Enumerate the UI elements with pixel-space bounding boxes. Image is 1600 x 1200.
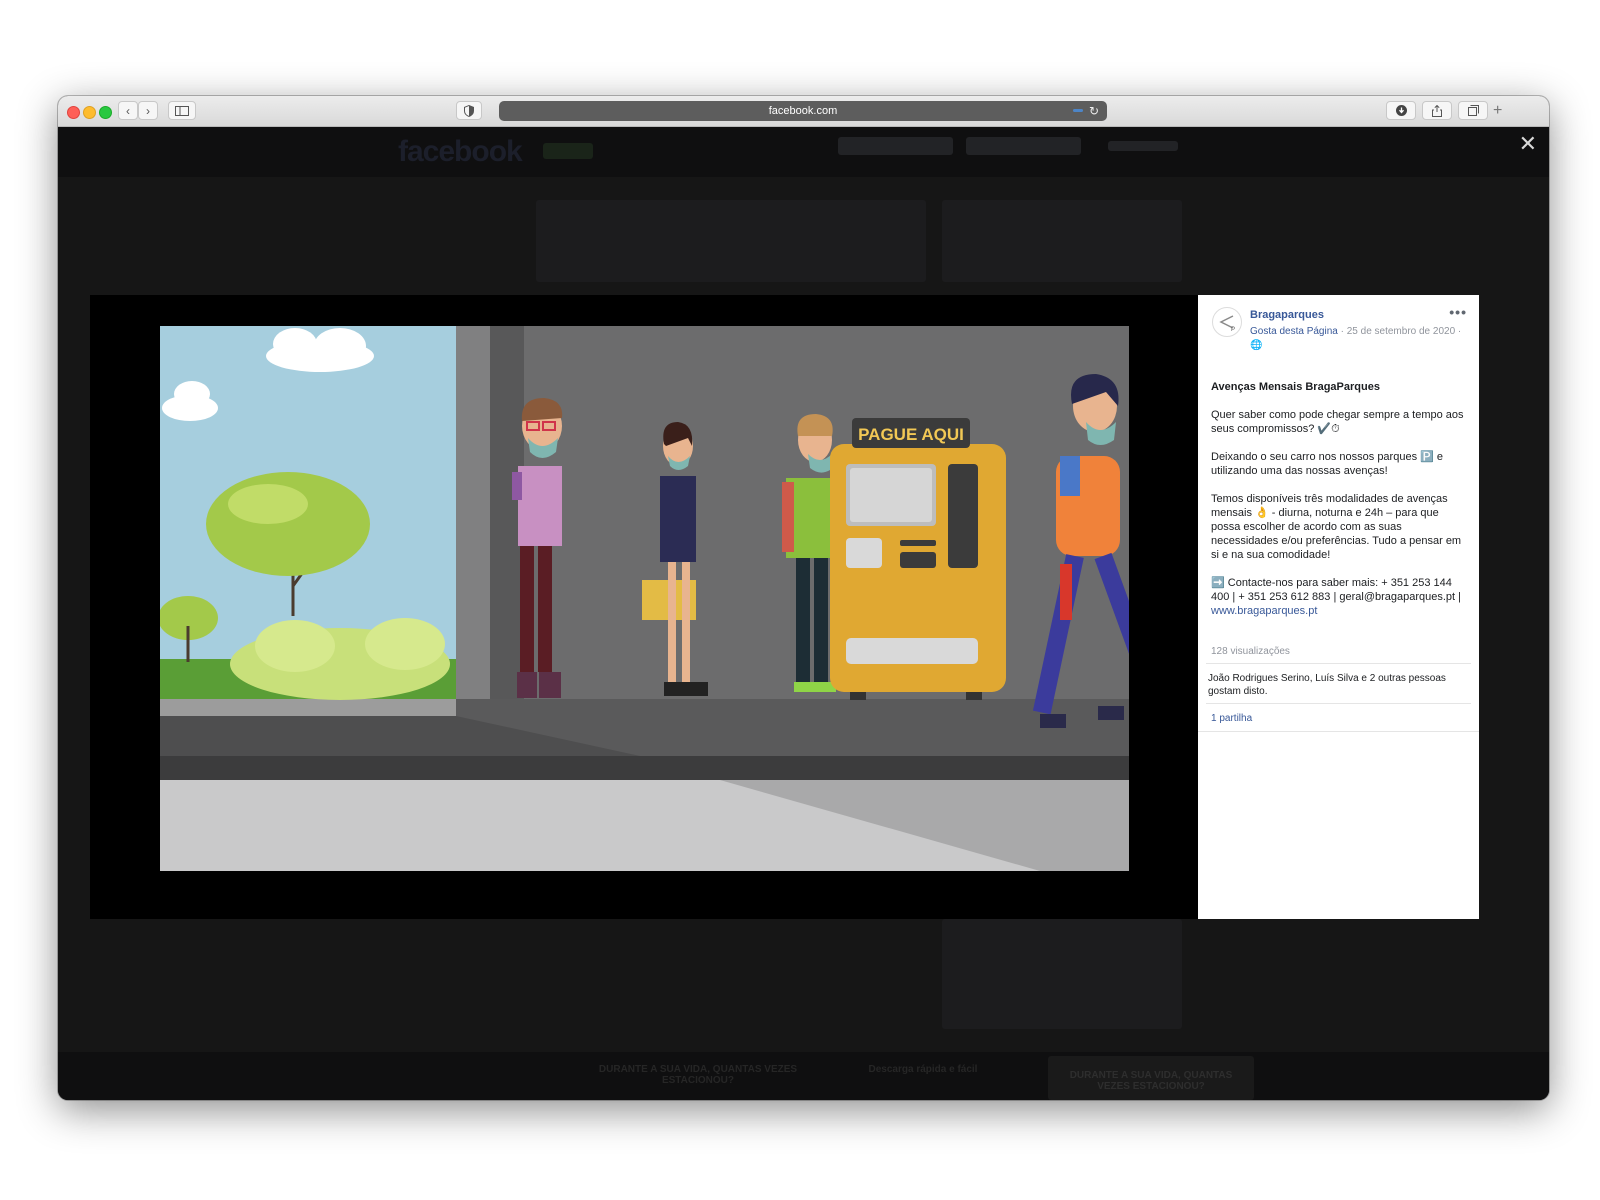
downloads-button[interactable] <box>1386 101 1416 120</box>
post-title: Avenças Mensais BragaParques <box>1211 381 1380 393</box>
background-banner: DURANTE A SUA VIDA, QUANTAS VEZES ESTACI… <box>58 1052 1549 1100</box>
header-search <box>543 143 593 159</box>
header-field <box>966 137 1081 155</box>
video-frame: PAGUE AQUI <box>160 326 1129 871</box>
background-post <box>536 200 926 282</box>
background-sidebar-card <box>942 200 1182 282</box>
share-button[interactable] <box>1422 101 1452 120</box>
post-paragraph: ➡️ Contacte-nos para saber mais: + 351 2… <box>1211 576 1471 618</box>
chevron-right-icon: › <box>146 103 150 118</box>
header-link <box>1108 141 1178 151</box>
post-paragraph: Deixando o seu carro nos nossos parques … <box>1211 451 1443 477</box>
sidebar-button[interactable] <box>168 101 196 120</box>
page-name-link[interactable]: Bragaparques <box>1250 308 1324 322</box>
privacy-report-button[interactable] <box>456 101 482 120</box>
share-icon <box>1432 104 1442 117</box>
forward-button[interactable]: › <box>138 101 158 120</box>
video-player[interactable]: PAGUE AQUI <box>160 326 1129 871</box>
browser-toolbar: ‹ › facebook.com ↻ + <box>58 96 1549 127</box>
banner-right-text: DURANTE A SUA VIDA, QUANTAS VEZES ESTACI… <box>1069 1070 1233 1092</box>
media-viewer: PAGUE AQUI <box>90 295 1198 919</box>
browser-window: ‹ › facebook.com ↻ + facebook ✕ DURANTE … <box>58 96 1549 1100</box>
share-count-link[interactable]: 1 partilha <box>1211 712 1252 726</box>
divider <box>1206 663 1471 664</box>
post-paragraph: Temos disponíveis três modalidades de av… <box>1211 493 1462 561</box>
address-bar[interactable]: facebook.com ↻ <box>499 101 1107 121</box>
svg-text:P: P <box>1231 327 1235 333</box>
banner-right: DURANTE A SUA VIDA, QUANTAS VEZES ESTACI… <box>1048 1056 1254 1100</box>
pay-sign-text: PAGUE AQUI <box>858 425 964 444</box>
divider <box>1206 703 1471 704</box>
likes-summary[interactable]: João Rodrigues Serino, Luís Silva e 2 ou… <box>1208 672 1470 698</box>
header-field <box>838 137 953 155</box>
post-paragraph: Quer saber como pode chegar sempre a tem… <box>1211 409 1464 435</box>
page-avatar[interactable]: P <box>1212 307 1242 337</box>
bragaparques-logo-icon: P <box>1219 315 1235 333</box>
back-button[interactable]: ‹ <box>118 101 138 120</box>
close-icon[interactable]: ✕ <box>1519 131 1537 157</box>
more-options-icon[interactable]: ••• <box>1449 305 1467 319</box>
post-text: Avenças Mensais BragaParques Quer saber … <box>1211 380 1471 632</box>
facebook-logo[interactable]: facebook <box>398 135 523 169</box>
new-tab-icon[interactable]: + <box>1493 102 1502 120</box>
divider <box>1198 731 1479 732</box>
loading-indicator <box>1073 109 1083 112</box>
tabs-icon <box>1467 105 1479 116</box>
banner-mid-text: Descarga rápida e fácil <box>868 1064 978 1075</box>
facebook-header: facebook ✕ <box>58 127 1549 177</box>
contact-text: ➡️ Contacte-nos para saber mais: + 351 2… <box>1211 577 1462 603</box>
download-icon <box>1395 105 1407 116</box>
globe-icon: 🌐 <box>1250 340 1263 351</box>
tabs-overview-button[interactable] <box>1458 101 1488 120</box>
post-date[interactable]: · 25 de setembro de 2020 · <box>1338 326 1462 337</box>
like-page-link[interactable]: Gosta desta Página <box>1250 326 1338 337</box>
url-text: facebook.com <box>768 105 838 117</box>
shield-icon <box>464 104 474 117</box>
cloud <box>266 328 374 372</box>
window-minimize-button[interactable] <box>83 106 96 119</box>
pay-machine: PAGUE AQUI <box>830 418 1006 700</box>
reload-icon[interactable]: ↻ <box>1089 104 1099 118</box>
banner-left-text: DURANTE A SUA VIDA, QUANTAS VEZES ESTACI… <box>598 1064 798 1086</box>
background-sidebar-card <box>942 919 1182 1029</box>
view-count: 128 visualizações <box>1211 646 1290 657</box>
chevron-left-icon: ‹ <box>126 103 130 118</box>
window-close-button[interactable] <box>67 106 80 119</box>
sidebar-icon <box>175 105 189 116</box>
post-meta: Gosta desta Página · 25 de setembro de 2… <box>1250 325 1461 339</box>
window-zoom-button[interactable] <box>99 106 112 119</box>
post-panel: P Bragaparques ••• Gosta desta Página · … <box>1198 295 1479 919</box>
website-link[interactable]: www.bragaparques.pt <box>1211 605 1317 617</box>
facebook-page: facebook ✕ DURANTE A SUA VIDA, QUANTAS V… <box>58 127 1549 1100</box>
